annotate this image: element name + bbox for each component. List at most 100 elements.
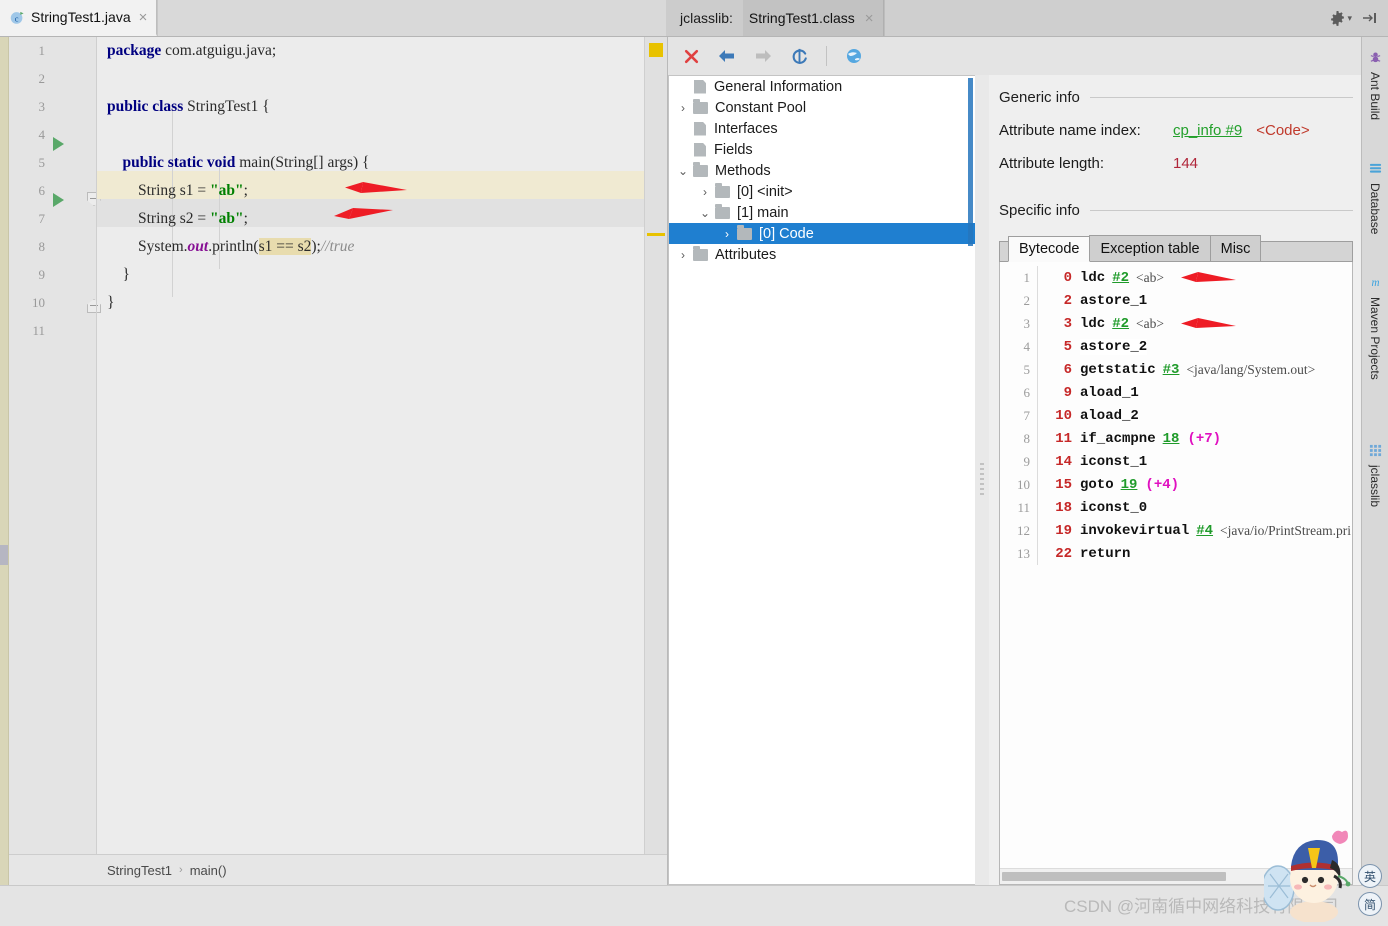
gear-icon[interactable]: ▾ xyxy=(1330,10,1352,26)
bytecode-row[interactable]: 2 2 astore_1 xyxy=(1000,289,1352,312)
editor-gutter[interactable]: 1 2 3 4 5 6 7 8 9 10 11 xyxy=(9,37,101,854)
bytecode-reference[interactable]: #2 xyxy=(1112,316,1129,332)
editor-marker-bar[interactable] xyxy=(644,37,667,854)
tree-node-constant-pool[interactable]: › Constant Pool xyxy=(669,97,975,118)
chevron-down-icon[interactable]: ⌄ xyxy=(695,206,715,220)
change-marker[interactable] xyxy=(647,233,665,236)
reload-icon[interactable] xyxy=(788,45,810,67)
java-class-icon: c xyxy=(10,10,25,25)
bytecode-branch-offset: (+4) xyxy=(1145,476,1180,493)
tree-node-methods[interactable]: ⌄ Methods xyxy=(669,160,975,181)
tool-window-tab-jclasslib[interactable]: jclasslib xyxy=(1368,438,1382,513)
line-number: 2 xyxy=(38,71,46,86)
tree-node-fields[interactable]: ›Fields xyxy=(669,139,975,160)
bytecode-row[interactable]: 9 14 iconst_1 xyxy=(1000,450,1352,473)
bytecode-row[interactable]: 6 9 aload_1 xyxy=(1000,381,1352,404)
bytecode-row[interactable]: 12 19 invokevirtual #4 <java/io/PrintStream.… xyxy=(1000,519,1352,542)
breadcrumb-method[interactable]: main() xyxy=(190,863,227,878)
line-number: 4 xyxy=(38,127,46,142)
tool-window-tab-maven-projects[interactable]: m Maven Projects xyxy=(1368,270,1382,386)
line-number: 5 xyxy=(38,155,46,170)
bytecode-reference[interactable]: #2 xyxy=(1112,270,1129,286)
bytecode-opcode: aload_2 xyxy=(1080,407,1139,424)
tab-stringtest1-class[interactable]: StringTest1.class × xyxy=(742,0,884,36)
bytecode-reference[interactable]: #4 xyxy=(1196,523,1213,539)
hide-side-panel-icon[interactable] xyxy=(1362,11,1378,25)
warning-marker[interactable] xyxy=(649,43,663,57)
tab-stringtest1-java[interactable]: c StringTest1.java × xyxy=(0,0,158,36)
bytecode-opcode: iconst_1 xyxy=(1080,453,1148,470)
bytecode-reference[interactable]: 19 xyxy=(1121,477,1138,493)
chevron-right-icon[interactable]: › xyxy=(695,185,715,199)
bytecode-row[interactable]: 13 22 return xyxy=(1000,542,1352,565)
header-rule xyxy=(1089,210,1353,211)
tree-scrollbar[interactable] xyxy=(968,78,973,246)
tab-exception-table[interactable]: Exception table xyxy=(1089,235,1211,261)
folder-icon xyxy=(715,182,730,198)
breadcrumb-class[interactable]: StringTest1 xyxy=(107,863,172,878)
bytecode-row[interactable]: 8 11 if_acmpne 18 (+7) xyxy=(1000,427,1352,450)
chevron-right-icon[interactable]: › xyxy=(717,227,737,241)
tree-node-0-code[interactable]: › [0] Code xyxy=(669,223,975,244)
bytecode-line-number: 9 xyxy=(1023,453,1031,469)
tab-bytecode[interactable]: Bytecode xyxy=(1008,236,1091,262)
left-tool-stripe[interactable] xyxy=(0,37,9,885)
bytecode-line-number: 5 xyxy=(1023,361,1031,377)
tree-node-0-init[interactable]: › [0] <init> xyxy=(669,181,975,202)
panel-splitter[interactable] xyxy=(975,75,989,885)
tool-window-tab-ant-build[interactable]: Ant Build xyxy=(1368,45,1382,126)
globe-icon[interactable] xyxy=(843,45,865,67)
bytecode-row[interactable]: 1 0 ldc #2 <ab> xyxy=(1000,266,1352,289)
specific-info-tabs: Bytecode Exception table Misc xyxy=(999,235,1353,262)
back-arrow-icon[interactable] xyxy=(716,45,738,67)
scrollbar-thumb[interactable] xyxy=(1002,872,1226,881)
bytecode-reference[interactable]: 18 xyxy=(1163,431,1180,447)
bytecode-row[interactable]: 5 6 getstatic #3 <java/lang/System.out> xyxy=(1000,358,1352,381)
tree-node-interfaces[interactable]: ›Interfaces xyxy=(669,118,975,139)
class-structure-tree[interactable]: ›General Information›Constant Pool›Inter… xyxy=(668,75,975,885)
bytecode-row[interactable]: 3 3 ldc #2 <ab> xyxy=(1000,312,1352,335)
bytecode-offset: 18 xyxy=(1055,499,1072,516)
bytecode-row[interactable]: 4 5 astore_2 xyxy=(1000,335,1352,358)
bytecode-line-number: 3 xyxy=(1023,315,1031,331)
stripe-gap xyxy=(1368,126,1382,156)
code-text-area[interactable]: package com.atguigu.java; public class St… xyxy=(97,37,667,854)
cp-info-link[interactable]: cp_info #9 xyxy=(1173,122,1242,139)
chevron-right-icon[interactable]: › xyxy=(673,248,693,262)
bytecode-reference[interactable]: #3 xyxy=(1163,362,1180,378)
bytecode-opcode: iconst_0 xyxy=(1080,499,1148,516)
editor-body[interactable]: 1 2 3 4 5 6 7 8 9 10 11 package com.atguigu.java; p… xyxy=(9,37,667,854)
code-token: String s2 = xyxy=(107,210,211,227)
run-line-marker[interactable] xyxy=(53,193,64,207)
close-icon[interactable]: × xyxy=(863,11,874,26)
bytecode-comment: <java/io/PrintStream.pri xyxy=(1220,522,1351,538)
tree-node-attributes[interactable]: › Attributes xyxy=(669,244,975,265)
close-icon[interactable] xyxy=(680,45,702,67)
close-icon[interactable]: × xyxy=(137,10,148,25)
code-token: package xyxy=(107,42,166,59)
bytecode-opcode: astore_1 xyxy=(1080,292,1148,309)
toolbar-divider xyxy=(826,46,827,66)
ime-language-button[interactable]: 英 xyxy=(1358,864,1382,888)
bytecode-offset: 22 xyxy=(1055,545,1072,562)
line-number: 8 xyxy=(38,239,46,254)
bytecode-line-number: 6 xyxy=(1023,384,1031,400)
tree-node-general-information[interactable]: ›General Information xyxy=(669,76,975,97)
bytecode-opcode: return xyxy=(1080,545,1131,562)
svg-text:m: m xyxy=(1371,278,1379,290)
bytecode-row[interactable]: 11 18 iconst_0 xyxy=(1000,496,1352,519)
ime-shape-button[interactable]: 简 xyxy=(1358,892,1382,916)
bytecode-listing[interactable]: 1 0 ldc #2 <ab> 2 2 astore_1 3 3 ldc #2 <ab> 4 5 astore… xyxy=(999,262,1353,885)
chevron-right-icon[interactable]: › xyxy=(673,101,693,115)
tool-window-tab-database[interactable]: Database xyxy=(1368,156,1382,240)
chevron-down-icon[interactable]: ⌄ xyxy=(673,164,693,178)
bytecode-row[interactable]: 10 15 goto 19 (+4) xyxy=(1000,473,1352,496)
bytecode-opcode: invokevirtual xyxy=(1080,522,1190,539)
bytecode-rows[interactable]: 1 0 ldc #2 <ab> 2 2 astore_1 3 3 ldc #2 <ab> 4 5 astore… xyxy=(1000,262,1352,868)
bytecode-row[interactable]: 7 10 aload_2 xyxy=(1000,404,1352,427)
tree-node-1-main[interactable]: ⌄ [1] main xyxy=(669,202,975,223)
breadcrumb[interactable]: StringTest1 › main() xyxy=(9,854,667,885)
tab-misc[interactable]: Misc xyxy=(1209,235,1262,261)
run-line-marker[interactable] xyxy=(53,137,64,151)
attribute-detail-pane: Generic info Attribute name index: cp_in… xyxy=(989,75,1361,885)
